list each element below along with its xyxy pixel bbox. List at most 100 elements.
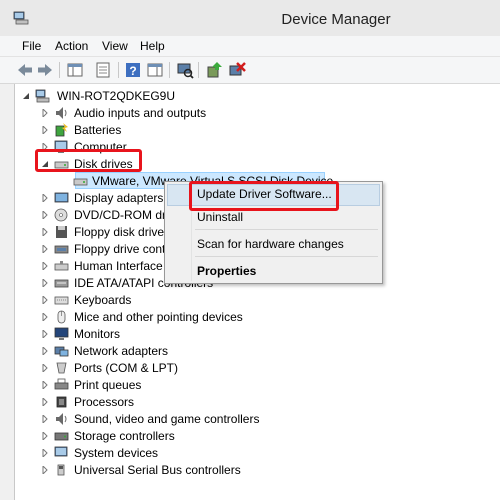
collapse-arrow-icon[interactable] (22, 92, 30, 100)
toolbar-separator (169, 62, 170, 78)
scan-hardware-item[interactable]: Scan for hardware changes (197, 237, 344, 251)
scan-hardware-icon[interactable] (176, 61, 194, 79)
category-storage[interactable]: Storage controllers (15, 428, 500, 445)
category-monitors[interactable]: Monitors (15, 326, 500, 343)
category-processors[interactable]: Processors (15, 394, 500, 411)
expand-arrow-icon[interactable] (41, 211, 49, 219)
menu-separator (195, 229, 378, 230)
network-adapter-icon (54, 346, 69, 357)
optical-drive-icon (54, 208, 68, 222)
ide-controller-icon (54, 279, 69, 288)
category-label: Processors (74, 395, 135, 409)
menu-bar: File Action View Help (0, 36, 500, 57)
forward-icon[interactable] (36, 61, 54, 79)
menu-file[interactable]: File (22, 39, 41, 53)
expand-arrow-icon[interactable] (41, 126, 49, 134)
category-mice[interactable]: Mice and other pointing devices (15, 309, 500, 326)
menu-help[interactable]: Help (140, 39, 165, 53)
battery-icon (55, 123, 68, 137)
title-bar: Device Manager (0, 0, 500, 36)
category-label: Network adapters (74, 344, 169, 358)
properties-icon[interactable] (94, 61, 112, 79)
expand-arrow-icon[interactable] (41, 194, 49, 202)
speaker-icon (56, 107, 67, 119)
show-hide-console-tree-icon[interactable] (66, 61, 84, 79)
monitor-icon (54, 327, 69, 340)
category-label: Display adapters (74, 191, 164, 205)
expand-arrow-icon[interactable] (41, 296, 49, 304)
uninstall-device-icon[interactable] (228, 61, 246, 79)
expand-arrow-icon[interactable] (41, 262, 49, 270)
category-label: System devices (74, 446, 159, 460)
category-label: Monitors (74, 327, 121, 341)
category-ports[interactable]: Ports (COM & LPT) (15, 360, 500, 377)
menu-separator (195, 256, 378, 257)
expand-arrow-icon[interactable] (41, 364, 49, 372)
back-icon[interactable] (16, 61, 34, 79)
expand-arrow-icon[interactable] (41, 245, 49, 253)
category-label: Ports (COM & LPT) (74, 361, 179, 375)
expand-arrow-icon[interactable] (41, 109, 49, 117)
floppy-disk-icon (56, 226, 67, 238)
window-title: Device Manager (281, 11, 391, 28)
tree-root[interactable]: WIN-ROT2QDKEG9U (15, 88, 500, 105)
display-adapter-icon (54, 192, 69, 203)
toolbar-separator (118, 62, 119, 78)
uninstall-item[interactable]: Uninstall (197, 210, 243, 224)
controller-icon (54, 245, 69, 254)
category-keyboards[interactable]: Keyboards (15, 292, 500, 309)
action-pane-icon[interactable] (146, 61, 164, 79)
menu-view[interactable]: View (102, 39, 128, 53)
properties-item[interactable]: Properties (197, 264, 256, 278)
category-audio[interactable]: Audio inputs and outputs (15, 105, 500, 122)
category-label: Keyboards (74, 293, 132, 307)
category-network[interactable]: Network adapters (15, 343, 500, 360)
expand-arrow-icon[interactable] (41, 432, 49, 440)
category-print-queues[interactable]: Print queues (15, 377, 500, 394)
help-icon[interactable]: ? (124, 61, 142, 79)
usb-icon (57, 464, 65, 476)
device-tree[interactable]: WIN-ROT2QDKEG9U Audio inputs and outputs… (14, 84, 500, 500)
computer-name: WIN-ROT2QDKEG9U (57, 89, 176, 103)
category-batteries[interactable]: Batteries (15, 122, 500, 139)
expand-arrow-icon[interactable] (41, 398, 49, 406)
hid-icon (54, 261, 69, 271)
printer-icon (54, 378, 69, 390)
expand-arrow-icon[interactable] (41, 279, 49, 287)
category-label: Mice and other pointing devices (74, 310, 243, 324)
category-label: Universal Serial Bus controllers (74, 463, 241, 477)
storage-controller-icon (54, 432, 69, 441)
toolbar: ? (0, 57, 500, 84)
toolbar-separator (198, 62, 199, 78)
expand-arrow-icon[interactable] (41, 415, 49, 423)
category-label: Print queues (74, 378, 142, 392)
update-driver-highlight-box (189, 181, 339, 211)
category-label: Storage controllers (74, 429, 175, 443)
expand-arrow-icon[interactable] (41, 330, 49, 338)
expand-arrow-icon[interactable] (41, 228, 49, 236)
disk-drive-icon (73, 178, 88, 186)
expand-arrow-icon[interactable] (41, 449, 49, 457)
expand-arrow-icon[interactable] (41, 313, 49, 321)
computer-icon (35, 89, 50, 103)
category-label: Floppy disk drives (74, 225, 171, 239)
category-sound[interactable]: Sound, video and game controllers (15, 411, 500, 428)
processor-icon (56, 396, 67, 408)
system-device-icon (54, 446, 68, 457)
update-driver-icon[interactable] (205, 61, 223, 79)
category-usb[interactable]: Universal Serial Bus controllers (15, 462, 500, 479)
menu-action[interactable]: Action (55, 39, 88, 53)
mouse-icon (57, 310, 66, 324)
expand-arrow-icon[interactable] (41, 466, 49, 474)
category-system-devices[interactable]: System devices (15, 445, 500, 462)
category-label: Sound, video and game controllers (74, 412, 260, 426)
category-label: Audio inputs and outputs (74, 106, 207, 120)
sound-icon (56, 413, 67, 425)
keyboard-icon (54, 296, 69, 305)
category-label: Batteries (74, 123, 122, 137)
expand-arrow-icon[interactable] (41, 347, 49, 355)
port-icon (56, 362, 67, 374)
expand-arrow-icon[interactable] (41, 381, 49, 389)
toolbar-separator (59, 62, 60, 78)
disk-drives-highlight-box (35, 149, 142, 172)
